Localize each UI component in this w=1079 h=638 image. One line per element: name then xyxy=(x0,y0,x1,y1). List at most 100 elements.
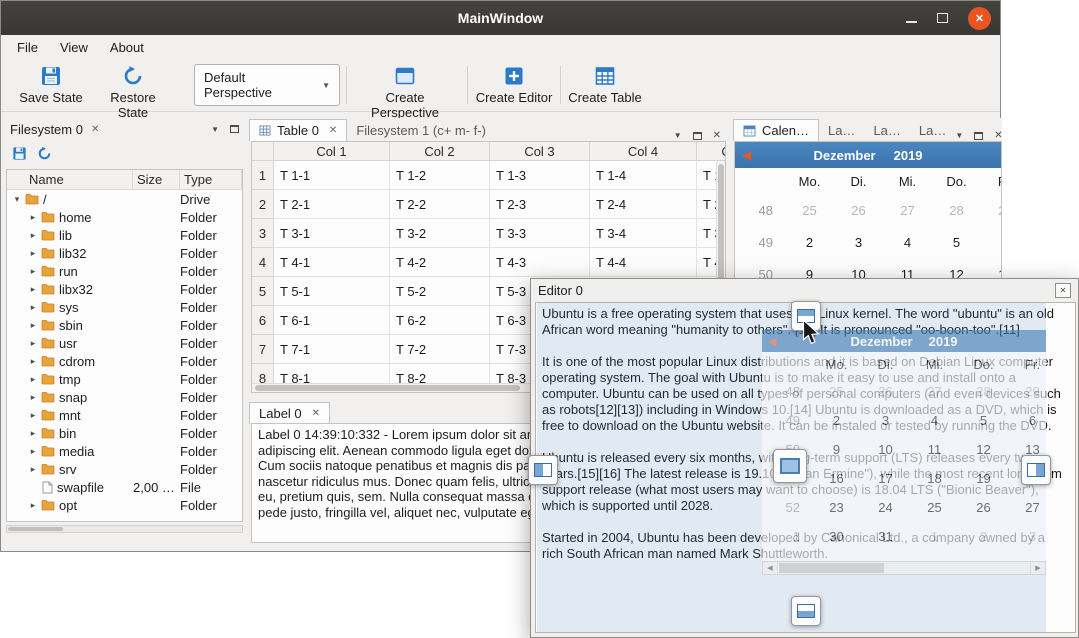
calendar-day-cell[interactable]: 31 xyxy=(861,522,910,551)
calendar-day-cell[interactable]: 10 xyxy=(861,435,910,464)
tree-collapsed-icon[interactable]: ▸ xyxy=(27,446,39,457)
tree-row[interactable]: ▸mediaFolder xyxy=(7,442,242,460)
tree-row[interactable]: ▸libx32Folder xyxy=(7,280,242,298)
calendar-day-cell[interactable]: 17 xyxy=(861,464,910,493)
calendar-day-cell[interactable]: 28 xyxy=(959,377,1008,406)
minimize-icon[interactable] xyxy=(906,21,917,23)
window-titlebar[interactable]: MainWindow ✕ xyxy=(1,1,1000,35)
tab-3[interactable]: La… xyxy=(910,119,955,141)
table-row[interactable]: 3T 3-1T 3-2T 3-3T 3-4T 3-5 xyxy=(252,219,725,248)
calendar-day-cell[interactable]: 6 xyxy=(981,226,1002,258)
tree-collapsed-icon[interactable]: ▸ xyxy=(27,248,39,259)
previous-month-icon[interactable]: ◀ xyxy=(742,148,751,162)
create-table-button[interactable]: Create Table xyxy=(563,63,647,105)
table-cell[interactable]: T 7-2 xyxy=(390,335,490,364)
tree-collapsed-icon[interactable]: ▸ xyxy=(27,284,39,295)
calendar-day-cell[interactable]: 26 xyxy=(959,493,1008,522)
calendar-day-cell[interactable]: 1 xyxy=(910,522,959,551)
menu-about[interactable]: About xyxy=(99,37,155,58)
tree-row[interactable]: ▸runFolder xyxy=(7,262,242,280)
tree-row[interactable]: ▸mntFolder xyxy=(7,406,242,424)
table-cell[interactable]: T 2-4 xyxy=(590,190,697,219)
table-cell[interactable]: T 2-2 xyxy=(390,190,490,219)
calendar-day-cell[interactable]: 30 xyxy=(812,522,861,551)
calendar-day-cell[interactable]: 25 xyxy=(910,493,959,522)
tree-row[interactable]: ▸snapFolder xyxy=(7,388,242,406)
column-header[interactable]: Col 4 xyxy=(590,142,697,161)
calendar-day-cell[interactable]: 3 xyxy=(861,406,910,435)
filesystem-panel-titlebar[interactable]: Filesystem 0 ✕ ▼ xyxy=(3,118,246,140)
row-header[interactable]: 5 xyxy=(252,277,274,306)
tree-row[interactable]: ▸lib32Folder xyxy=(7,244,242,262)
calendar-day-cell[interactable]: 4 xyxy=(883,226,932,258)
column-header-size[interactable]: Size xyxy=(133,170,180,189)
tree-collapsed-icon[interactable]: ▸ xyxy=(27,500,39,511)
calendar-day-cell[interactable]: 27 xyxy=(910,377,959,406)
close-area-icon[interactable]: ✕ xyxy=(713,130,721,141)
menu-view[interactable]: View xyxy=(49,37,99,58)
create-perspective-button[interactable]: Create Perspective xyxy=(350,63,460,120)
table-cell[interactable]: T 4-1 xyxy=(274,248,390,277)
calendar-day-cell[interactable]: 27 xyxy=(883,194,932,226)
tab-filesystem-1[interactable]: Filesystem 1 (c+ m- f-) xyxy=(347,119,495,141)
table-cell[interactable]: T 1-1 xyxy=(274,161,390,190)
save-icon[interactable] xyxy=(12,146,27,161)
column-header-type[interactable]: Type xyxy=(180,170,242,189)
maximize-icon[interactable] xyxy=(937,13,948,23)
calendar-year[interactable]: 2019 xyxy=(894,148,923,163)
dock-indicator-center[interactable] xyxy=(773,449,807,483)
tab-label-0[interactable]: Label 0 ✕ xyxy=(249,402,330,424)
table-cell[interactable]: T 5-1 xyxy=(274,277,390,306)
tree-row[interactable]: ▾/Drive xyxy=(7,190,242,208)
tree-collapsed-icon[interactable]: ▸ xyxy=(27,356,39,367)
tree-row[interactable]: ▸optFolder xyxy=(7,496,242,514)
tree-row[interactable]: ▸homeFolder xyxy=(7,208,242,226)
calendar-day-cell[interactable]: 3 xyxy=(834,226,883,258)
table-corner[interactable] xyxy=(252,142,274,161)
tree-collapsed-icon[interactable]: ▸ xyxy=(27,212,39,223)
create-editor-button[interactable]: Create Editor xyxy=(471,63,557,105)
table-cell[interactable]: T 3-4 xyxy=(590,219,697,248)
calendar-day-cell[interactable]: 16 xyxy=(812,464,861,493)
column-header-name[interactable]: Name xyxy=(7,170,133,189)
tree-collapsed-icon[interactable]: ▸ xyxy=(27,374,39,385)
table-cell[interactable]: T 6-1 xyxy=(274,306,390,335)
table-cell[interactable]: T 4-4 xyxy=(590,248,697,277)
calendar-day-cell[interactable]: 2 xyxy=(812,406,861,435)
row-header[interactable]: 3 xyxy=(252,219,274,248)
close-tab-icon[interactable]: ✕ xyxy=(329,125,337,136)
calendar-day-cell[interactable]: 28 xyxy=(932,194,981,226)
tree-row[interactable]: swapfile2,00 …File xyxy=(7,478,242,496)
dock-indicator-bottom[interactable] xyxy=(791,596,821,626)
scrollbar-thumb[interactable] xyxy=(8,527,63,531)
calendar-day-cell[interactable]: 29 xyxy=(981,194,1002,226)
calendar-day-cell[interactable]: 23 xyxy=(812,493,861,522)
column-header[interactable]: Col 3 xyxy=(490,142,590,161)
tree-collapsed-icon[interactable]: ▸ xyxy=(27,266,39,277)
tree-collapsed-icon[interactable]: ▸ xyxy=(27,230,39,241)
tree-collapsed-icon[interactable]: ▸ xyxy=(27,320,39,331)
calendar-day-cell[interactable]: 11 xyxy=(910,435,959,464)
tab-1[interactable]: La… xyxy=(819,119,864,141)
table-cell[interactable]: T 3-3 xyxy=(490,219,590,248)
close-icon[interactable]: ✕ xyxy=(968,7,991,30)
tree-row[interactable]: ▸tmpFolder xyxy=(7,370,242,388)
tree-collapsed-icon[interactable]: ▸ xyxy=(27,392,39,403)
table-cell[interactable]: T 7-1 xyxy=(274,335,390,364)
close-icon[interactable]: ✕ xyxy=(1055,283,1071,298)
calendar-day-cell[interactable]: 27 xyxy=(1008,493,1046,522)
tree-row[interactable]: ▸cdromFolder xyxy=(7,352,242,370)
calendar-day-cell[interactable]: 25 xyxy=(812,377,861,406)
tree-collapsed-icon[interactable]: ▸ xyxy=(27,338,39,349)
editor-titlebar[interactable]: Editor 0 ✕ xyxy=(531,279,1078,302)
tree-row[interactable]: ▸usrFolder xyxy=(7,334,242,352)
close-tab-icon[interactable]: ✕ xyxy=(91,124,99,135)
calendar-day-cell[interactable]: 5 xyxy=(932,226,981,258)
table-cell[interactable]: T 3-1 xyxy=(274,219,390,248)
calendar-day-cell[interactable]: 26 xyxy=(834,194,883,226)
menu-file[interactable]: File xyxy=(6,37,49,58)
dock-indicator-left[interactable] xyxy=(528,455,558,485)
table-cell[interactable]: T 1-2 xyxy=(390,161,490,190)
tree-collapsed-icon[interactable]: ▸ xyxy=(27,410,39,421)
restore-icon[interactable] xyxy=(37,146,52,161)
